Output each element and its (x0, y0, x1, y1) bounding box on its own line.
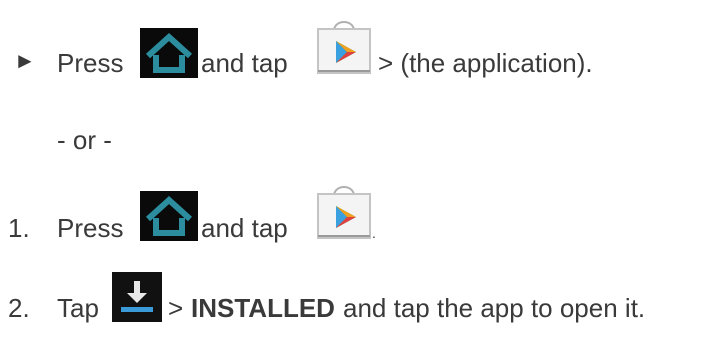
step-number: 2. (8, 293, 30, 323)
press-label: Press (57, 48, 124, 78)
download-icon (112, 272, 162, 322)
gt-symbol: > (168, 293, 184, 323)
period: . (372, 225, 376, 241)
and-tap-label: and tap (201, 48, 288, 78)
play-store-icon (314, 178, 374, 239)
press-label: Press (57, 213, 124, 243)
home-icon (140, 28, 198, 78)
play-store-icon (314, 13, 374, 74)
installed-label: INSTALLED (191, 293, 335, 323)
home-icon (140, 191, 198, 241)
tap-label: Tap (57, 293, 99, 323)
and-tap-label: and tap (201, 213, 288, 243)
application-suffix: > (the application). (378, 48, 593, 78)
open-app-suffix: and tap the app to open it. (343, 293, 646, 323)
step-number: 1. (8, 213, 30, 243)
or-separator: - or - (57, 125, 112, 155)
bullet-arrow: ► (14, 48, 36, 73)
